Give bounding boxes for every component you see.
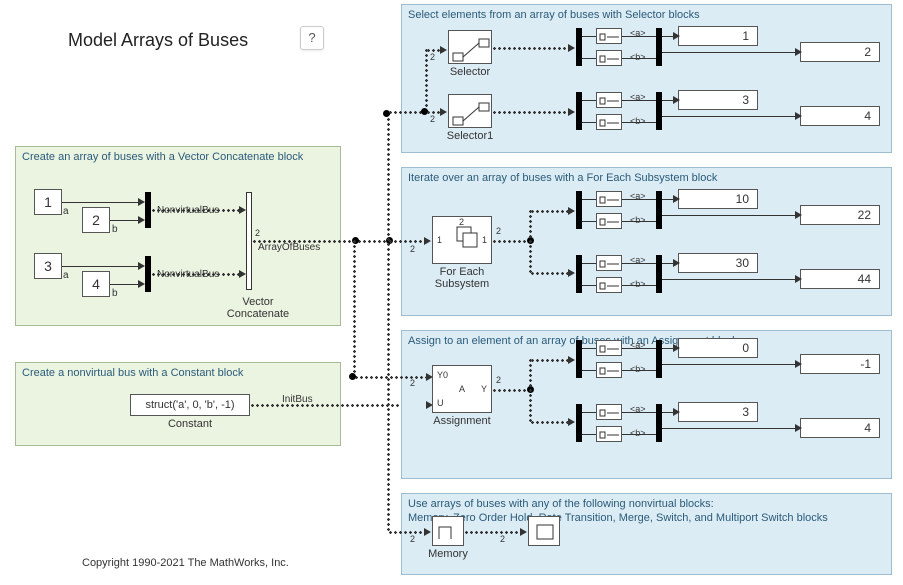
bus-sel-as1b[interactable] [596, 362, 622, 378]
assignment-block[interactable]: Y0 U Y A [432, 365, 492, 413]
bus-sel-sel2b[interactable] [596, 114, 622, 130]
area-other: Use arrays of buses with any of the foll… [401, 493, 892, 575]
sel2-b-tag: <b> [630, 116, 646, 126]
vector-concatenate-label: Vector Concatenate [198, 296, 318, 320]
display-iter-a2: 30 [678, 253, 758, 273]
area-title-other: Use arrays of buses with any of the foll… [408, 498, 828, 526]
bus-splitter-as-1[interactable] [576, 340, 582, 378]
sel1-b-tag: <b> [630, 52, 646, 62]
bus-sel-fe2a[interactable] [596, 255, 622, 271]
bus-splitter-sel-2[interactable] [576, 92, 582, 130]
bus-join-sel1 [656, 28, 662, 66]
mem-out-dim: 2 [500, 534, 505, 544]
as1-b-tag: <b> [630, 364, 646, 374]
fe-top-dim: 2 [459, 217, 464, 227]
bus-sel-as1a[interactable] [596, 340, 622, 356]
bus-sel-sel1b[interactable] [596, 50, 622, 66]
fe-in-dim: 2 [410, 244, 415, 254]
area-title-create-bus: Create a nonvirtual bus with a Constant … [22, 367, 243, 381]
terminator-block[interactable] [528, 516, 560, 546]
constant-4-block[interactable]: 4 [82, 271, 110, 297]
bus-join-sel2 [656, 92, 662, 130]
constant-2-block[interactable]: 2 [82, 207, 110, 233]
assign-u: U [437, 398, 444, 408]
fe1-b-tag: <b> [630, 215, 646, 225]
assign-y: Y [481, 384, 487, 394]
bus-sel-fe1b[interactable] [596, 213, 622, 229]
assignment-label: Assignment [402, 415, 522, 427]
bus-splitter-fe-1[interactable] [576, 191, 582, 229]
selector-block[interactable] [448, 30, 492, 64]
area-title-iterate: Iterate over an array of buses with a Fo… [408, 172, 717, 186]
display-iter-b2: 44 [800, 269, 880, 289]
fe-port-out: 1 [482, 235, 487, 245]
display-assign-a2: 3 [678, 402, 758, 422]
selector-label: Selector [410, 66, 530, 78]
assign-out-dim: 2 [496, 375, 501, 385]
display-iter-a: 10 [678, 189, 758, 209]
fe-port-in: 1 [437, 235, 442, 245]
bus-sel-sel2a[interactable] [596, 92, 622, 108]
assign-y0: Y0 [437, 370, 448, 380]
port-b-2: b [112, 288, 118, 299]
bus-join-as2 [656, 404, 662, 442]
bus-sel-sel1a[interactable] [596, 28, 622, 44]
bus-sel-fe1a[interactable] [596, 191, 622, 207]
fe2-b-tag: <b> [630, 279, 646, 289]
constant-1-block[interactable]: 1 [34, 189, 62, 215]
for-each-subsystem-block[interactable]: 1 1 2 [432, 216, 492, 264]
bus-sel-as2a[interactable] [596, 404, 622, 420]
display-assign-a: 0 [678, 338, 758, 358]
copyright-text: Copyright 1990-2021 The MathWorks, Inc. [82, 557, 289, 569]
memory-label: Memory [388, 548, 508, 560]
signal-array-label: ArrayOfBuses [258, 242, 320, 253]
constant-label: Constant [130, 418, 250, 430]
display-assign-b2: 4 [800, 418, 880, 438]
constant-struct-block[interactable]: struct('a', 0, 'b', -1) [130, 394, 250, 416]
bus-sel-fe2b[interactable] [596, 277, 622, 293]
display-sel-b2: 4 [800, 106, 880, 126]
port-a-1: a [63, 206, 69, 217]
sel-in-dim2: 2 [430, 114, 435, 124]
constant-3-block[interactable]: 3 [34, 253, 62, 279]
page-title: Model Arrays of Buses [68, 30, 248, 51]
help-button[interactable]: ? [300, 26, 324, 50]
port-a-2: a [63, 270, 69, 281]
memory-block[interactable] [432, 516, 464, 546]
bus-splitter-sel-1[interactable] [576, 28, 582, 66]
area-title-select: Select elements from an array of buses w… [408, 9, 700, 23]
bus-join-fe2 [656, 255, 662, 293]
for-each-label: For Each Subsystem [402, 266, 522, 290]
display-sel-a2: 3 [678, 90, 758, 110]
assign-in-dim: 2 [410, 378, 415, 388]
display-iter-b: 22 [800, 205, 880, 225]
selector1-label: Selector1 [410, 130, 530, 142]
selector1-block[interactable] [448, 94, 492, 128]
dim-concat-out: 2 [255, 228, 260, 238]
sel-in-dim1: 2 [430, 52, 435, 62]
display-sel-b: 2 [800, 42, 880, 62]
display-assign-b: -1 [800, 354, 880, 374]
display-sel-a: 1 [678, 26, 758, 46]
port-b-1: b [112, 224, 118, 235]
bus-join-as1 [656, 340, 662, 378]
bus-sel-as2b[interactable] [596, 426, 622, 442]
bus-splitter-as-2[interactable] [576, 404, 582, 442]
bus-splitter-fe-2[interactable] [576, 255, 582, 293]
assign-a: A [459, 384, 465, 394]
fe-out-dim: 2 [496, 226, 501, 236]
mem-in-dim: 2 [410, 534, 415, 544]
as2-b-tag: <b> [630, 428, 646, 438]
area-title-create-array: Create an array of buses with a Vector C… [22, 151, 303, 165]
bus-join-fe1 [656, 191, 662, 229]
